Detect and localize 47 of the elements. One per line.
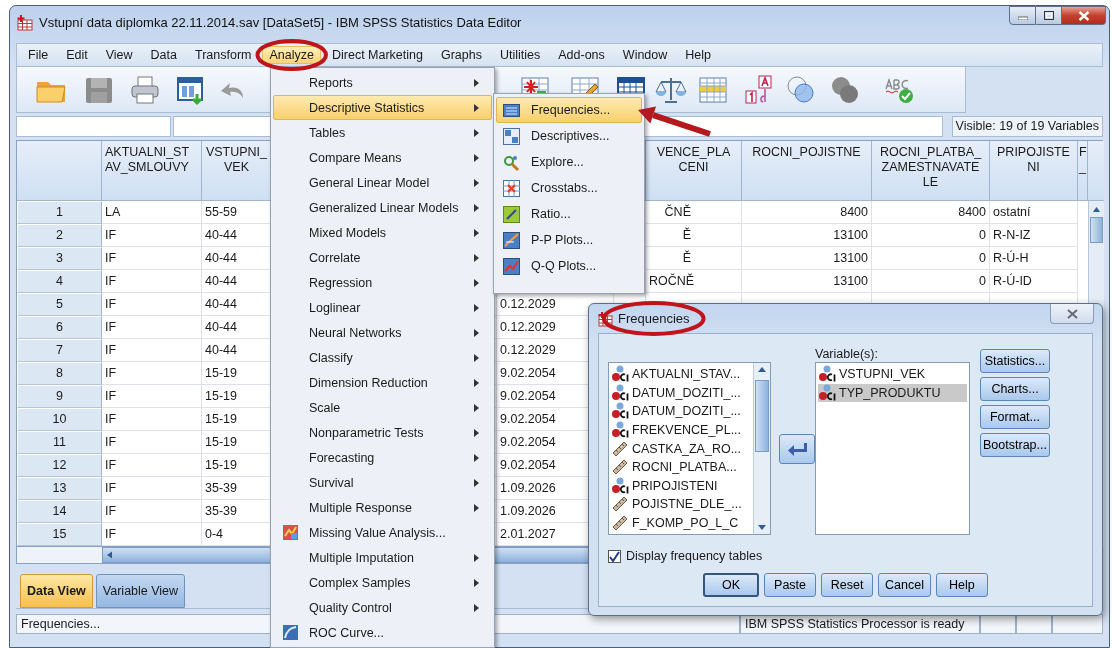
variable-name: POJISTNE_DLE_... — [632, 497, 743, 512]
table-cell: 8400 — [742, 201, 872, 224]
table-cell: IF — [102, 224, 202, 247]
table-cell: 0 — [872, 247, 990, 270]
variable-name: FREKVENCE_PL... — [632, 423, 743, 438]
table-cell: LA — [102, 201, 202, 224]
table-cell: ostatní — [990, 201, 1078, 224]
table-cell: IF — [102, 270, 202, 293]
table-cell: 13100 — [742, 247, 872, 270]
table-cell: 0 — [872, 224, 990, 247]
table-cell: Ě — [646, 247, 742, 270]
window-title: Vstupní data diplomka 22.11.2014.sav [DataSet5] - IBM SPSS Statistics Data Editor — [39, 14, 522, 30]
table-cell: R-Ú-H — [990, 247, 1078, 270]
table-cell: IF — [102, 477, 202, 500]
table-cell: IF — [102, 431, 202, 454]
table-cell: IF — [102, 408, 202, 431]
variable-name: PRIPOJISTENI — [632, 478, 719, 493]
table-cell: R-Ú-ID — [990, 270, 1078, 293]
variable-name: F_KOMP_PO_L_C — [632, 516, 740, 531]
variable-name: AKTUALNI_STAV... — [632, 367, 742, 382]
variable-name: DATUM_DOZITI_... — [632, 404, 742, 419]
table-cell: ČNĚ — [646, 201, 742, 224]
processor-status: IBM SPSS Statistics Processor is ready — [740, 614, 980, 634]
variable-name: VSTUPNI_VEK — [839, 367, 927, 382]
variable-name: CASTKA_ZA_RO... — [632, 441, 743, 456]
table-cell: 8400 — [872, 201, 990, 224]
list-label: Variable(s): — [815, 346, 879, 362]
visible-variables-label: Visible: 19 of 19 Variables — [951, 116, 1103, 137]
dialog-title: Frequencies — [618, 311, 690, 326]
table-cell: IF — [102, 454, 202, 477]
table-cell: IF — [102, 500, 202, 523]
table-cell: IF — [102, 247, 202, 270]
table-cell: IF — [102, 339, 202, 362]
table-cell: R-N-IZ — [990, 224, 1078, 247]
variable-name: TYP_PRODUKTU — [839, 385, 942, 400]
table-cell: ROČNĚ — [646, 270, 742, 293]
checkbox-label: Display frequency tables — [626, 549, 763, 563]
table-cell: IF — [102, 293, 202, 316]
table-cell: 13100 — [742, 270, 872, 293]
table-cell: 0 — [872, 270, 990, 293]
variable-name: DATUM_DOZITI_... — [632, 385, 742, 400]
table-cell: IF — [102, 385, 202, 408]
table-cell: 13100 — [742, 224, 872, 247]
variable-name: ROCNI_PLATBA... — [632, 460, 738, 475]
table-cell: IF — [102, 362, 202, 385]
table-cell: IF — [102, 316, 202, 339]
table-cell: Ě — [646, 224, 742, 247]
